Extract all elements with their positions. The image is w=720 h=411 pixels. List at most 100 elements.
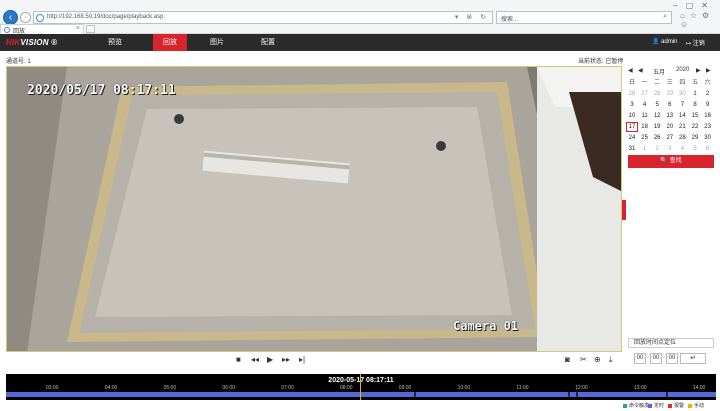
- legend-item: 命令触发: [623, 402, 649, 409]
- frame-step-icon[interactable]: ▸|: [299, 355, 305, 364]
- calendar-day[interactable]: 1: [639, 144, 651, 154]
- timeline-cursor[interactable]: [360, 374, 361, 400]
- calendar-day[interactable]: 29: [689, 133, 701, 143]
- calendar-day[interactable]: 27: [664, 133, 676, 143]
- video-view[interactable]: 2020/05/17 08:17:11 Camera 01: [6, 66, 622, 352]
- calendar-day[interactable]: 17: [626, 122, 638, 132]
- search-button[interactable]: 🔍 查找: [628, 155, 714, 168]
- calendar-day[interactable]: 29: [664, 89, 676, 99]
- username: admin: [661, 39, 678, 45]
- calendar-day[interactable]: 18: [639, 122, 651, 132]
- zoom-icon[interactable]: ⊕: [594, 355, 601, 364]
- calendar-day[interactable]: 20: [664, 122, 676, 132]
- browser-tab[interactable]: 回放 ×: [0, 24, 84, 35]
- playback-state: 当前状态: 已暂停: [578, 59, 624, 65]
- tab-row: 回放 ×: [0, 24, 720, 35]
- calendar-day[interactable]: 11: [639, 111, 651, 121]
- address-controls[interactable]: ▾ ⊗ ↻: [455, 13, 489, 21]
- calendar-year[interactable]: 2020: [676, 67, 689, 73]
- logout-button[interactable]: ↦ 注销: [686, 38, 705, 47]
- calendar-month[interactable]: 五月: [653, 67, 665, 76]
- search-icon[interactable]: ⌕: [663, 13, 667, 21]
- timeline-hour-label: 09:00: [398, 385, 412, 391]
- calendar-day[interactable]: 26: [626, 89, 638, 99]
- calendar-day[interactable]: 7: [676, 100, 688, 110]
- timeline-hour-label: 05:00: [163, 385, 177, 391]
- calendar-day[interactable]: 10: [626, 111, 638, 121]
- forward-button[interactable]: ›: [20, 12, 31, 23]
- calendar-day[interactable]: 21: [676, 122, 688, 132]
- calendar-day[interactable]: 5: [689, 144, 701, 154]
- calendar-weekday: 五: [691, 80, 698, 86]
- calendar-day[interactable]: 28: [676, 133, 688, 143]
- download-icon[interactable]: ⤓: [609, 355, 613, 365]
- calendar-day[interactable]: 5: [651, 100, 663, 110]
- calendar-day[interactable]: 30: [702, 133, 714, 143]
- timeline-hour-label: 06:00: [222, 385, 235, 391]
- address-bar[interactable]: http://192.168.50.19/doc/page/playback.a…: [33, 11, 493, 24]
- next-year-icon[interactable]: ▶: [706, 67, 711, 74]
- calendar-day[interactable]: 6: [702, 144, 714, 154]
- calendar-day[interactable]: 25: [639, 133, 651, 143]
- play-icon[interactable]: ▶: [267, 355, 273, 364]
- calendar-day[interactable]: 27: [639, 89, 651, 99]
- calendar-day[interactable]: 9: [702, 100, 714, 110]
- playback-timeline[interactable]: 2020-05-17 08:17:11 03:00 04:00 05:00 06:00…: [6, 374, 716, 400]
- menu-configuration[interactable]: 配置: [251, 34, 285, 51]
- stop-icon[interactable]: ■: [236, 355, 241, 364]
- timeline-hour-label: 11:00: [516, 385, 529, 391]
- next-month-icon[interactable]: ▶: [696, 67, 701, 74]
- snapshot-icon[interactable]: ◙: [565, 355, 570, 364]
- calendar-day[interactable]: 30: [676, 89, 688, 99]
- speed-up-icon[interactable]: ▸▸: [282, 355, 290, 364]
- calendar-day[interactable]: 6: [664, 100, 676, 110]
- locate-hour-input[interactable]: 00: [634, 353, 646, 364]
- calendar-day[interactable]: 12: [651, 111, 663, 121]
- locate-go-button[interactable]: ↵: [680, 353, 706, 364]
- hikvision-logo: HIKVISION ®: [6, 38, 58, 47]
- prev-year-icon[interactable]: ◀: [628, 67, 633, 74]
- menu-picture[interactable]: 图片: [200, 34, 234, 51]
- calendar-day[interactable]: 19: [651, 122, 663, 132]
- recording-gap: [666, 392, 668, 397]
- legend-item: 定时: [648, 402, 664, 409]
- menu-preview[interactable]: 预览: [98, 34, 132, 51]
- calendar-day[interactable]: 4: [676, 144, 688, 154]
- locate-minute-input[interactable]: 00: [650, 353, 662, 364]
- prev-month-icon[interactable]: ◀: [638, 67, 643, 74]
- calendar-day[interactable]: 26: [651, 133, 663, 143]
- back-button[interactable]: ‹: [3, 10, 18, 25]
- calendar-day[interactable]: 3: [664, 144, 676, 154]
- calendar-day[interactable]: 15: [689, 111, 701, 121]
- slow-down-icon[interactable]: ◂◂: [251, 355, 259, 364]
- calendar-day[interactable]: 31: [626, 144, 638, 154]
- timeline-current-time: 2020-05-17 08:17:11: [328, 377, 394, 384]
- timeline-hour-label: 13:00: [634, 385, 647, 391]
- recording-bar: [6, 392, 716, 397]
- calendar-day[interactable]: 22: [689, 122, 701, 132]
- calendar-day[interactable]: 24: [626, 133, 638, 143]
- calendar-day[interactable]: 16: [702, 111, 714, 121]
- new-tab-button[interactable]: [86, 25, 95, 33]
- clip-icon[interactable]: ✂: [580, 355, 587, 364]
- browser-search-input[interactable]: 搜索... ⌕: [496, 11, 672, 24]
- calendar-day[interactable]: 4: [639, 100, 651, 110]
- user-menu[interactable]: 👤 admin: [652, 38, 677, 45]
- calendar-day[interactable]: 8: [689, 100, 701, 110]
- browser-chrome: ‹ › http://192.168.50.19/doc/page/playba…: [0, 0, 720, 35]
- calendar-day[interactable]: 28: [651, 89, 663, 99]
- search-icon: 🔍: [660, 158, 670, 164]
- window-controls[interactable]: –▢✕: [673, 1, 716, 10]
- panel-collapse-handle[interactable]: [622, 200, 626, 220]
- close-tab-icon[interactable]: ×: [76, 25, 80, 32]
- menu-playback[interactable]: 回放: [153, 34, 187, 51]
- calendar-day[interactable]: 2: [651, 144, 663, 154]
- calendar-day[interactable]: 14: [676, 111, 688, 121]
- calendar-day[interactable]: 13: [664, 111, 676, 121]
- calendar-day[interactable]: 2: [702, 89, 714, 99]
- calendar-day[interactable]: 3: [626, 100, 638, 110]
- calendar-day[interactable]: 1: [689, 89, 701, 99]
- legend-swatch: [623, 403, 627, 408]
- locate-second-input[interactable]: 00: [666, 353, 678, 364]
- calendar-day[interactable]: 23: [702, 122, 714, 132]
